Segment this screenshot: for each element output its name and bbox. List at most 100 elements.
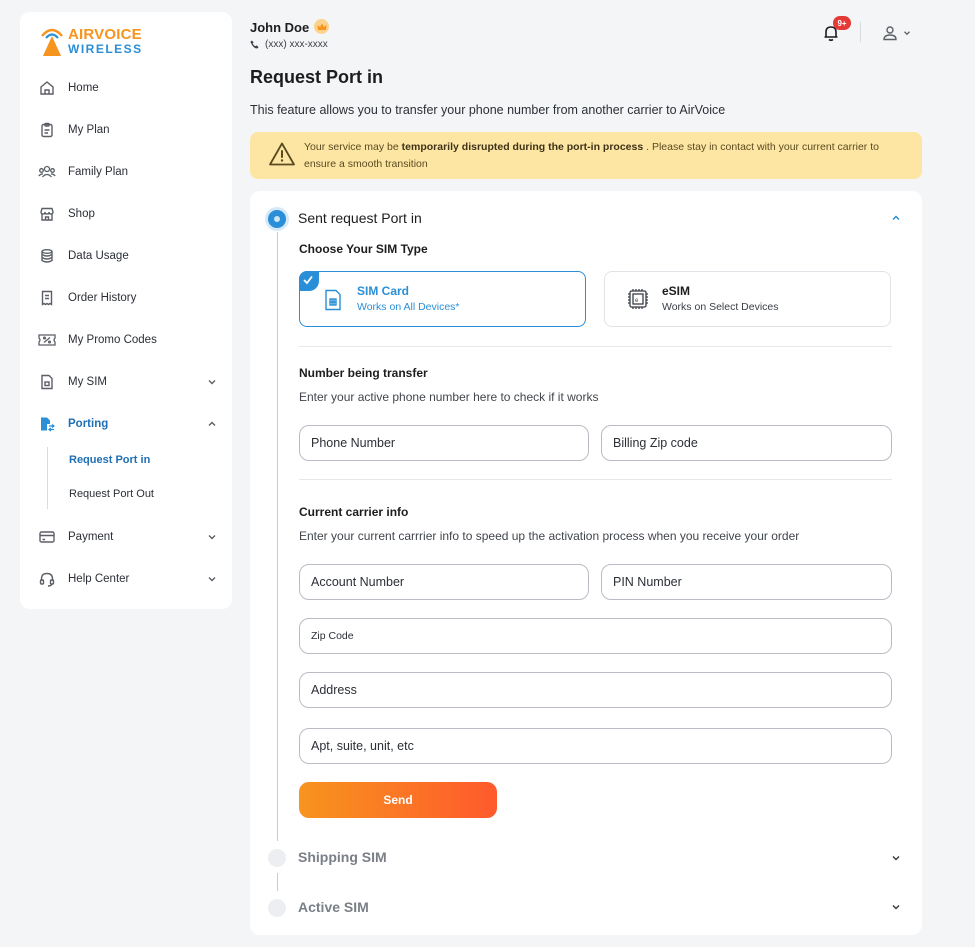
submenu-request-port-in[interactable]: Request Port in <box>69 454 150 466</box>
apt-field[interactable] <box>299 728 892 764</box>
number-section-subtitle: Enter your active phone number here to c… <box>299 390 599 404</box>
sidebar-item-label: My Plan <box>68 124 110 136</box>
user-menu-button[interactable] <box>882 24 914 42</box>
phone-number-input[interactable] <box>311 436 588 450</box>
chevron-down-icon[interactable] <box>206 531 218 543</box>
esim-title: eSIM <box>662 284 691 298</box>
warning-icon <box>269 142 295 166</box>
account-number-field[interactable] <box>299 564 589 600</box>
sidebar-item-my-promo-codes[interactable]: My Promo Codes <box>38 328 218 352</box>
user-phone-number: (xxx) xxx-xxxx <box>265 39 328 50</box>
alert-bold: temporarily disrupted during the port-in… <box>401 141 644 153</box>
sim-icon <box>38 373 56 391</box>
step-indicator-active <box>268 210 286 228</box>
section-divider <box>299 479 892 480</box>
address-input[interactable] <box>311 683 891 697</box>
step-title[interactable]: Active SIM <box>298 899 369 915</box>
chevron-down-icon[interactable] <box>206 573 218 585</box>
chevron-down-icon[interactable] <box>206 376 218 388</box>
airvoice-logo[interactable]: AIRVOICE WIRELESS <box>38 24 168 60</box>
headset-icon <box>38 570 56 588</box>
receipt-icon <box>38 289 56 307</box>
sim-card-title: SIM Card <box>357 284 410 298</box>
sidebar-item-help-center[interactable]: Help Center <box>38 567 218 591</box>
porting-icon <box>38 415 56 433</box>
chevron-down-icon[interactable] <box>890 901 902 913</box>
chevron-down-icon <box>904 31 910 36</box>
database-icon <box>38 247 56 265</box>
zip-code-field[interactable] <box>299 618 892 654</box>
step-indicator-pending <box>268 899 286 917</box>
sidebar-item-shop[interactable]: Shop <box>38 202 218 226</box>
sidebar-item-label: Help Center <box>68 573 130 585</box>
billing-zip-input[interactable] <box>613 436 891 450</box>
pin-number-field[interactable] <box>601 564 892 600</box>
brand-name: AIRVOICE <box>68 26 142 43</box>
account-number-input[interactable] <box>311 575 588 589</box>
sidebar-item-label: Family Plan <box>68 166 129 178</box>
chevron-up-icon[interactable] <box>206 418 218 430</box>
ticket-icon <box>38 331 56 349</box>
address-field[interactable] <box>299 672 892 708</box>
user-icon <box>883 26 897 41</box>
logo-icon <box>41 28 63 56</box>
sidebar-item-family-plan[interactable]: Family Plan <box>38 160 218 184</box>
step-indicator-pending <box>268 849 286 867</box>
submenu-line <box>47 447 48 509</box>
page-description: This feature allows you to transfer your… <box>250 103 726 117</box>
pin-number-input[interactable] <box>613 575 891 589</box>
zip-code-input[interactable] <box>311 630 891 642</box>
sidebar-item-porting[interactable]: Porting <box>38 412 218 436</box>
phone-number-field[interactable] <box>299 425 589 461</box>
alert-prefix: Your service may be <box>304 141 402 153</box>
sim-card-icon <box>325 289 341 311</box>
sidebar-item-home[interactable]: Home <box>38 76 218 100</box>
sim-card-option[interactable]: SIM Card Works on All Devices* <box>299 271 586 327</box>
brand-tagline: WIRELESS <box>68 42 143 56</box>
sidebar-item-label: Shop <box>68 208 95 220</box>
sidebar-item-data-usage[interactable]: Data Usage <box>38 244 218 268</box>
chevron-up-icon[interactable] <box>890 212 902 224</box>
sidebar-item-label: Porting <box>68 418 109 430</box>
header-divider <box>860 22 861 42</box>
sim-type-title: Choose Your SIM Type <box>299 242 428 256</box>
alert-text: Your service may be temporarily disrupte… <box>304 139 904 173</box>
carrier-section-title: Current carrier info <box>299 505 409 519</box>
card-icon <box>38 528 56 546</box>
section-divider <box>299 346 892 347</box>
port-in-card: Sent request Port in Choose Your SIM Typ… <box>250 191 922 935</box>
esim-option[interactable]: e eSIM Works on Select Devices <box>604 271 891 327</box>
send-button[interactable]: Send <box>299 782 497 818</box>
sidebar-item-label: Order History <box>68 292 137 304</box>
sidebar: AIRVOICE WIRELESS Home My Plan Family Pl… <box>20 12 232 609</box>
page-title: Request Port in <box>250 67 384 87</box>
clipboard-icon <box>38 121 56 139</box>
sidebar-item-payment[interactable]: Payment <box>38 525 218 549</box>
svg-text:e: e <box>635 298 639 304</box>
sidebar-item-label: Home <box>68 82 99 94</box>
esim-chip-icon: e <box>628 289 648 309</box>
submenu-request-port-out[interactable]: Request Port Out <box>69 488 154 500</box>
chevron-down-icon[interactable] <box>890 852 902 864</box>
sidebar-item-order-history[interactable]: Order History <box>38 286 218 310</box>
sidebar-item-my-plan[interactable]: My Plan <box>38 118 218 142</box>
carrier-section-subtitle: Enter your current carrrier info to spee… <box>299 529 800 543</box>
crown-icon <box>314 19 329 34</box>
sidebar-item-label: My Promo Codes <box>68 334 157 346</box>
store-icon <box>38 205 56 223</box>
number-section-title: Number being transfer <box>299 366 428 380</box>
step-title[interactable]: Sent request Port in <box>298 210 422 226</box>
esim-subtitle: Works on Select Devices <box>662 301 779 313</box>
step-title[interactable]: Shipping SIM <box>298 849 387 865</box>
sidebar-item-label: Payment <box>68 531 114 543</box>
check-icon <box>299 271 319 291</box>
step-connector <box>277 232 278 841</box>
users-icon <box>38 163 56 181</box>
phone-icon <box>250 40 259 49</box>
user-phone: (xxx) xxx-xxxx <box>250 39 328 50</box>
apt-input[interactable] <box>311 739 891 753</box>
notification-badge: 9+ <box>833 16 851 30</box>
billing-zip-field[interactable] <box>601 425 892 461</box>
sim-card-subtitle: Works on All Devices* <box>357 301 460 313</box>
sidebar-item-my-sim[interactable]: My SIM <box>38 370 218 394</box>
